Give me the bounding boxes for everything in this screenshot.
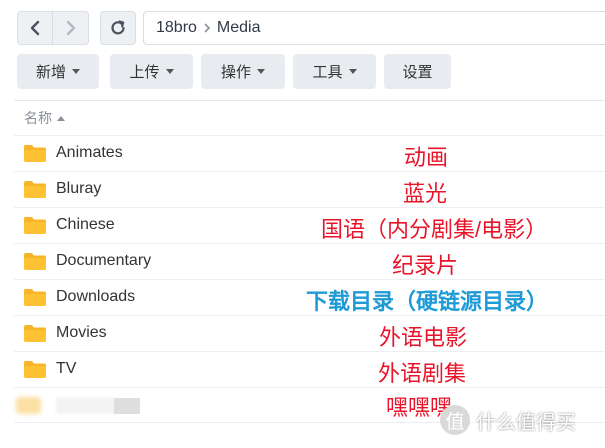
- settings-button-label: 设置: [402, 64, 433, 81]
- caret-down-icon: [165, 69, 174, 74]
- folder-icon: [24, 253, 46, 270]
- caret-down-icon: [257, 69, 265, 74]
- list-item[interactable]: TV 外语剧集: [14, 351, 605, 387]
- divider: [14, 100, 605, 101]
- folder-icon: [24, 289, 46, 306]
- list-item[interactable]: Documentary 纪录片: [14, 243, 605, 279]
- blurred-folder-icon: [16, 397, 41, 414]
- chevron-right-icon: [66, 20, 75, 36]
- annotation-label: 动画: [404, 145, 449, 170]
- list-item[interactable]: Bluray 蓝光: [14, 171, 605, 207]
- file-name: Movies: [56, 324, 107, 341]
- annotation-label: 外语剧集: [378, 361, 467, 386]
- list-item[interactable]: Downloads 下载目录（硬链源目录）: [14, 279, 605, 315]
- upload-button[interactable]: 上传: [110, 54, 193, 89]
- file-name: TV: [56, 360, 77, 377]
- folder-icon: [24, 217, 46, 234]
- annotation-label: 蓝光: [403, 181, 448, 206]
- watermark-logo-icon: 值: [440, 405, 470, 435]
- file-name: Documentary: [56, 252, 152, 269]
- file-name: Downloads: [56, 288, 136, 305]
- action-button[interactable]: 操作: [201, 54, 285, 89]
- breadcrumb-current[interactable]: Media: [217, 19, 261, 37]
- sort-ascending-icon: [57, 115, 65, 121]
- watermark-text: 什么值得买: [476, 411, 576, 434]
- column-header-name[interactable]: 名称: [24, 108, 65, 128]
- create-button-label: 新增: [35, 64, 66, 81]
- action-button-label: 操作: [220, 64, 251, 81]
- forward-button[interactable]: [53, 11, 89, 45]
- folder-icon: [24, 145, 46, 162]
- column-header-label: 名称: [24, 110, 52, 126]
- annotation-label: 下载目录（硬链源目录）: [306, 289, 549, 314]
- file-name: Animates: [56, 144, 123, 161]
- create-button[interactable]: 新增: [17, 54, 99, 89]
- list-item[interactable]: Chinese 国语（内分剧集/电影）: [14, 207, 605, 243]
- file-list: Animates 动画 Bluray 蓝光 Chinese 国语（内分剧集/电影…: [14, 135, 605, 423]
- upload-button-label: 上传: [129, 64, 160, 81]
- folder-icon: [24, 181, 46, 198]
- folder-icon: [24, 361, 46, 378]
- navigation-controls: [17, 11, 136, 47]
- redacted-name: [56, 398, 116, 414]
- folder-icon: [24, 325, 46, 342]
- annotation-label: 国语（内分剧集/电影）: [321, 217, 548, 242]
- list-item[interactable]: Animates 动画: [14, 135, 605, 171]
- file-name: Bluray: [56, 180, 102, 197]
- file-name: Chinese: [56, 216, 115, 233]
- chevron-left-icon: [30, 20, 40, 36]
- redacted-name: [114, 398, 140, 414]
- annotation-label: 纪录片: [392, 253, 459, 278]
- breadcrumb-root[interactable]: 18bro: [156, 19, 197, 37]
- caret-down-icon: [72, 69, 80, 74]
- path-bar[interactable]: 18bro Media: [143, 11, 605, 45]
- refresh-icon: [111, 20, 125, 35]
- caret-down-icon: [348, 69, 357, 74]
- breadcrumb-separator-icon: [203, 22, 211, 34]
- list-item[interactable]: Movies 外语电影: [14, 315, 605, 351]
- tools-button[interactable]: 工具: [293, 54, 376, 89]
- settings-button[interactable]: 设置: [384, 54, 451, 89]
- refresh-button[interactable]: [100, 11, 136, 45]
- tools-button-label: 工具: [312, 64, 343, 81]
- watermark: 值 什么值得买: [440, 405, 576, 435]
- back-button[interactable]: [17, 11, 53, 45]
- annotation-label: 外语电影: [379, 325, 468, 350]
